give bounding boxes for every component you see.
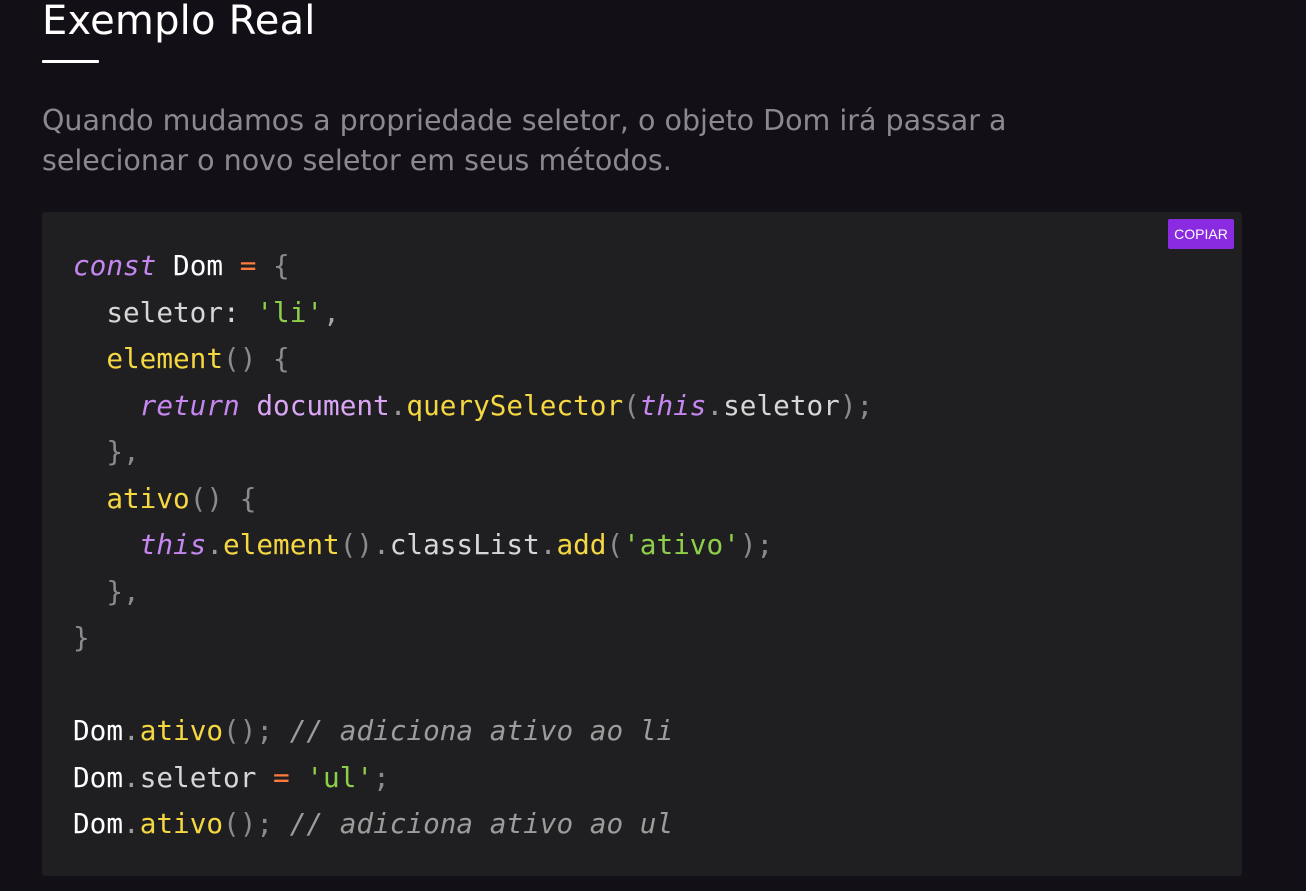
code-content[interactable]: const Dom = { seletor: 'li', element() {… [73,243,873,848]
bracket-token: () [339,528,374,561]
code-block: COPIAR const Dom = { seletor: 'li', elem… [42,212,1242,876]
dot-token: . [539,528,557,561]
identifier-token: Dom [73,807,124,840]
function-token: element [223,528,340,561]
keyword-token: this [639,388,707,422]
keyword-token: return [73,388,240,422]
code-line: const Dom = { [73,243,873,290]
copy-button[interactable]: COPIAR [1168,219,1234,249]
code-line: Dom.seletor = 'ul'; [73,755,873,802]
object-token: document [239,388,390,422]
operator-token: = [273,760,290,794]
identifier-token: Dom [156,249,240,282]
bracket-token: }, [73,574,140,608]
code-line: seletor: 'li', [73,290,873,337]
code-line: return document.querySelector(this.selet… [73,383,874,430]
bracket-token: (); [223,807,274,840]
comment-token: // adiciona ativo ao li [273,714,674,747]
dot-token: . [706,388,724,422]
property-token: seletor [723,388,840,422]
punctuation-token: , [323,295,340,329]
intro-paragraph: Quando mudamos a propriedade seletor, o … [42,101,1122,181]
section-heading: Exemplo Real [42,0,316,44]
bracket-token: ; [373,760,390,794]
bracket-token: () { [223,342,290,375]
function-token: add [556,528,607,561]
code-line: Dom.ativo(); // adiciona ativo ao li [73,708,873,755]
bracket-token: ( [606,528,624,561]
intro-line: Quando mudamos a propriedade seletor, o … [42,104,1007,137]
code-line: element() { [73,336,873,383]
property-token: seletor: [73,295,257,329]
bracket-token: ); [839,388,874,422]
code-line: }, [73,429,873,476]
code-line: ativo() { [73,476,873,523]
keyword-token: const [73,249,157,282]
operator-token: = [239,249,257,282]
function-token: querySelector [406,388,624,422]
function-token: element [73,342,224,375]
function-token: ativo [73,481,190,515]
dot-token: . [373,528,390,561]
string-token: 'li' [256,295,324,329]
intro-line: selecionar o novo seletor em seus método… [42,144,672,177]
function-token: ativo [139,807,224,840]
identifier-token: Dom [73,760,124,794]
code-line: this.element().classList.add('ativo'); [73,522,873,569]
string-token: 'ul' [289,760,374,794]
property-token: seletor [139,760,274,794]
comment-token: // adiciona ativo ao ul [273,807,674,840]
function-token: ativo [139,714,224,747]
code-line: Dom.ativo(); // adiciona ativo ao ul [73,801,873,848]
bracket-token: } [73,621,90,654]
string-token: 'ativo' [623,528,740,561]
dot-token: . [123,760,140,794]
bracket-token: () { [189,481,257,515]
code-line: }, [73,569,873,616]
dot-token: . [123,807,140,840]
dot-token: . [123,714,140,747]
property-token: classList [389,528,540,561]
bracket-token: (); [223,714,274,747]
bracket-token: ( [623,388,640,422]
code-line: } [73,615,873,662]
heading-underline [42,60,99,63]
bracket-token: { [256,249,290,282]
dot-token: . [206,528,224,561]
keyword-token: this [73,528,207,561]
dot-token: . [389,388,407,422]
identifier-token: Dom [73,714,124,747]
bracket-token: ); [739,528,774,561]
bracket-token: }, [73,435,140,468]
